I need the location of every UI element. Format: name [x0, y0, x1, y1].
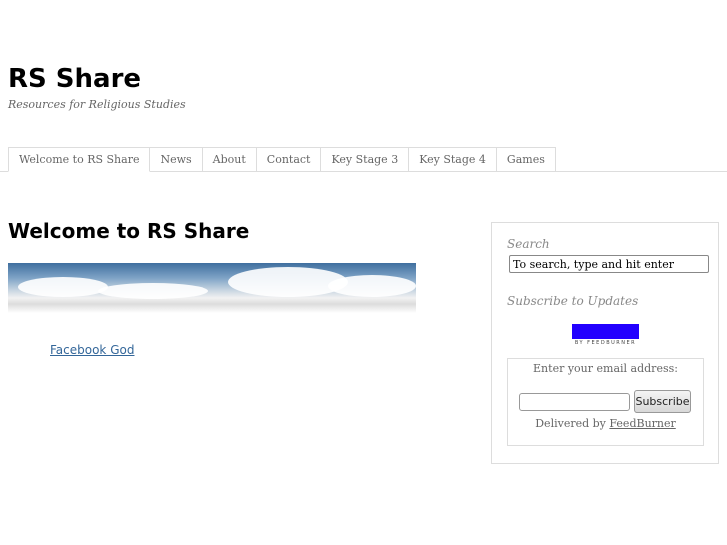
email-subscribe-form: Enter your email address: Subscribe Deli… [507, 358, 704, 446]
feedburner-badge[interactable] [572, 324, 639, 339]
site-tagline: Resources for Religious Studies [8, 98, 186, 111]
email-label: Enter your email address: [533, 362, 678, 375]
nav-tab-games[interactable]: Games [496, 147, 556, 172]
subscribe-widget-title: Subscribe to Updates [507, 294, 639, 308]
nav-tab-about[interactable]: About [202, 147, 257, 172]
subscribe-button[interactable]: Subscribe [634, 390, 691, 413]
main-nav: Welcome to RS Share News About Contact K… [8, 147, 556, 172]
nav-tab-key-stage-4[interactable]: Key Stage 4 [409, 147, 497, 172]
email-field[interactable] [519, 393, 630, 411]
sidebar: Search Subscribe to Updates BY FEEDBURNE… [491, 222, 719, 464]
page-heading: Welcome to RS Share [8, 219, 250, 243]
feedburner-link[interactable]: FeedBurner [609, 417, 675, 430]
nav-tab-contact[interactable]: Contact [256, 147, 322, 172]
search-widget-title: Search [507, 237, 550, 251]
nav-tab-welcome[interactable]: Welcome to RS Share [8, 147, 151, 172]
feedburner-badge-text: BY FEEDBURNER [574, 340, 637, 346]
nav-tab-key-stage-3[interactable]: Key Stage 3 [321, 147, 410, 172]
sky-banner-image [8, 263, 416, 313]
site-title[interactable]: RS Share [8, 64, 141, 94]
nav-tab-news[interactable]: News [150, 147, 203, 172]
search-input[interactable] [509, 255, 709, 273]
delivered-by-text: Delivered by [535, 417, 606, 430]
facebook-god-link[interactable]: Facebook God [50, 343, 134, 357]
